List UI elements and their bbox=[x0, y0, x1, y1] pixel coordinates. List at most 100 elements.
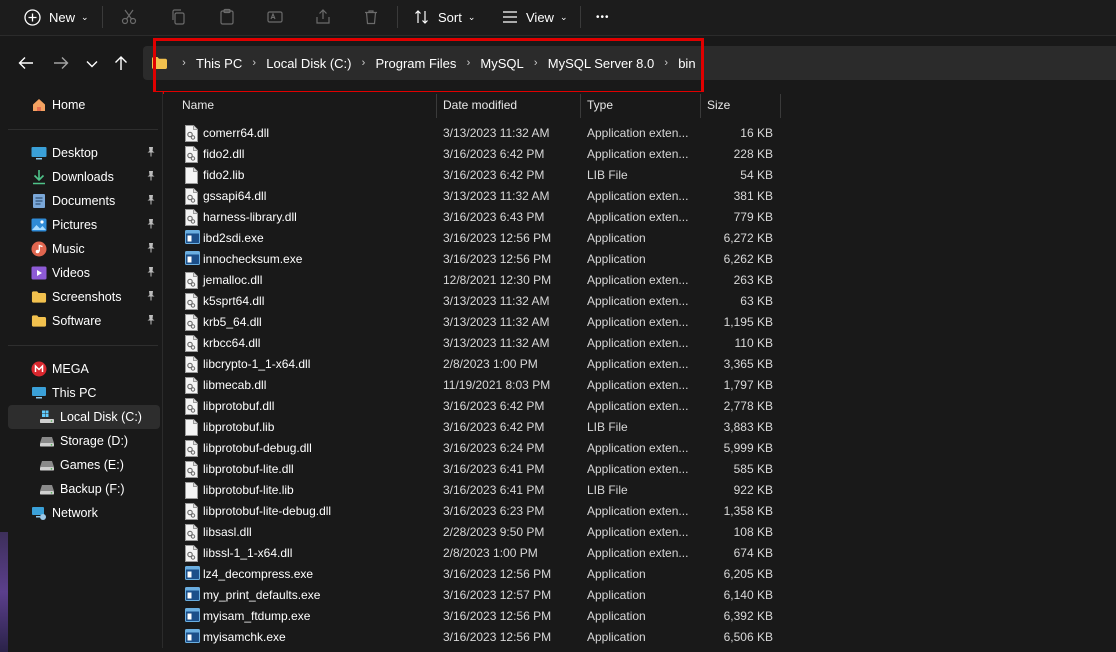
paste-button[interactable] bbox=[218, 0, 236, 34]
up-button[interactable] bbox=[110, 53, 132, 75]
pin-icon[interactable] bbox=[146, 242, 156, 256]
sidebar-item-this-pc[interactable]: This PC bbox=[8, 381, 160, 405]
chevron-right-icon[interactable]: › bbox=[458, 57, 478, 69]
file-row[interactable]: jemalloc.dll 12/8/2021 12:30 PM Applicatio… bbox=[182, 270, 782, 291]
file-row[interactable]: krb5_64.dll 3/13/2023 11:32 AM Application… bbox=[182, 312, 782, 333]
breadcrumb-mysql-server[interactable]: MySQL Server 8.0 bbox=[546, 56, 656, 71]
file-row[interactable]: libcrypto-1_1-x64.dll 2/8/2023 1:00 PM App… bbox=[182, 354, 782, 375]
chevron-right-icon[interactable]: › bbox=[244, 57, 264, 69]
file-row[interactable]: myisam_ftdump.exe 3/16/2023 12:56 PM Appli… bbox=[182, 606, 782, 627]
sidebar-item-music[interactable]: Music bbox=[8, 237, 160, 261]
pin-icon[interactable] bbox=[146, 266, 156, 280]
file-type: Application exten... bbox=[587, 189, 689, 203]
file-size: 381 KB bbox=[733, 189, 773, 203]
column-divider[interactable] bbox=[580, 94, 581, 118]
file-date: 3/16/2023 12:57 PM bbox=[443, 588, 552, 602]
file-row[interactable]: harness-library.dll 3/16/2023 6:43 PM Appl… bbox=[182, 207, 782, 228]
sidebar-item-drive[interactable]: Backup (F:) bbox=[8, 477, 160, 501]
pin-icon[interactable] bbox=[146, 146, 156, 160]
documents-icon bbox=[31, 193, 47, 209]
file-row[interactable]: gssapi64.dll 3/13/2023 11:32 AM Applicatio… bbox=[182, 186, 782, 207]
file-row[interactable]: libprotobuf-lite.lib 3/16/2023 6:41 PM LIB… bbox=[182, 480, 782, 501]
file-list: Name Date modified Type Size comerr64.dl… bbox=[164, 92, 1116, 648]
column-divider[interactable] bbox=[780, 94, 781, 118]
chevron-right-icon[interactable]: › bbox=[353, 57, 373, 69]
sidebar-item-downloads[interactable]: Downloads bbox=[8, 165, 160, 189]
forward-button[interactable] bbox=[50, 53, 72, 75]
file-row[interactable]: ibd2sdi.exe 3/16/2023 12:56 PM Application… bbox=[182, 228, 782, 249]
rename-button[interactable] bbox=[266, 0, 284, 34]
file-date: 3/16/2023 12:56 PM bbox=[443, 567, 552, 581]
chevron-right-icon[interactable]: › bbox=[526, 57, 546, 69]
pin-icon[interactable] bbox=[146, 290, 156, 304]
file-row[interactable]: libssl-1_1-x64.dll 2/8/2023 1:00 PM Applic… bbox=[182, 543, 782, 564]
column-header-type[interactable]: Type bbox=[587, 92, 613, 118]
share-button[interactable] bbox=[314, 0, 332, 34]
folder-icon bbox=[31, 313, 47, 329]
cut-button[interactable] bbox=[120, 0, 138, 34]
sort-button[interactable]: Sort ⌄ bbox=[414, 0, 475, 34]
pin-icon[interactable] bbox=[146, 170, 156, 184]
sidebar-item-documents[interactable]: Documents bbox=[8, 189, 160, 213]
column-divider[interactable] bbox=[700, 94, 701, 118]
sidebar-item-drive[interactable]: Storage (D:) bbox=[8, 429, 160, 453]
back-button[interactable] bbox=[15, 53, 37, 75]
navigation-pane: Home Desktop Downloads Documents Pictures Mu… bbox=[0, 92, 163, 652]
file-row[interactable]: libprotobuf-lite.dll 3/16/2023 6:41 PM App… bbox=[182, 459, 782, 480]
copy-button[interactable] bbox=[170, 0, 188, 34]
breadcrumb-this-pc[interactable]: This PC bbox=[194, 56, 244, 71]
windows-drive-icon bbox=[39, 409, 55, 425]
chevron-right-icon[interactable]: › bbox=[656, 57, 676, 69]
address-bar[interactable]: › This PC › Local Disk (C:) › Program Fi… bbox=[143, 46, 1116, 80]
file-row[interactable]: krbcc64.dll 3/13/2023 11:32 AM Application… bbox=[182, 333, 782, 354]
sidebar-item-drive[interactable]: Games (E:) bbox=[8, 453, 160, 477]
pin-icon[interactable] bbox=[146, 194, 156, 208]
file-row[interactable]: libsasl.dll 2/28/2023 9:50 PM Application … bbox=[182, 522, 782, 543]
chevron-right-icon[interactable]: › bbox=[174, 57, 194, 69]
file-date: 3/16/2023 6:41 PM bbox=[443, 483, 545, 497]
sidebar-item-network[interactable]: Network bbox=[8, 501, 160, 525]
sort-button-label: Sort bbox=[438, 9, 462, 25]
column-header-name[interactable]: Name bbox=[182, 92, 214, 118]
pin-icon[interactable] bbox=[146, 314, 156, 328]
sidebar-item-pictures[interactable]: Pictures bbox=[8, 213, 160, 237]
file-row[interactable]: fido2.lib 3/16/2023 6:42 PM LIB File 54 KB bbox=[182, 165, 782, 186]
view-button[interactable]: View ⌄ bbox=[502, 0, 568, 34]
file-row[interactable]: fido2.dll 3/16/2023 6:42 PM Application ex… bbox=[182, 144, 782, 165]
recent-locations-button[interactable] bbox=[81, 53, 103, 75]
column-divider[interactable] bbox=[436, 94, 437, 118]
pin-icon[interactable] bbox=[146, 218, 156, 232]
file-row[interactable]: libprotobuf-lite-debug.dll 3/16/2023 6:23… bbox=[182, 501, 782, 522]
new-button[interactable]: New ⌄ bbox=[24, 0, 89, 34]
sidebar-item-software[interactable]: Software bbox=[8, 309, 160, 333]
file-row[interactable]: k5sprt64.dll 3/13/2023 11:32 AM Applicatio… bbox=[182, 291, 782, 312]
file-row[interactable]: libmecab.dll 11/19/2021 8:03 PM Applicatio… bbox=[182, 375, 782, 396]
file-size: 1,358 KB bbox=[723, 504, 773, 518]
sidebar-item-desktop[interactable]: Desktop bbox=[8, 141, 160, 165]
file-row[interactable]: my_print_defaults.exe 3/16/2023 12:57 PM A… bbox=[182, 585, 782, 606]
breadcrumb-local-disk[interactable]: Local Disk (C:) bbox=[264, 56, 353, 71]
breadcrumb-bin[interactable]: bin bbox=[676, 56, 697, 71]
sidebar-item-videos[interactable]: Videos bbox=[8, 261, 160, 285]
delete-button[interactable] bbox=[362, 0, 380, 34]
file-row[interactable]: lz4_decompress.exe 3/16/2023 12:56 PM Appl… bbox=[182, 564, 782, 585]
sidebar-item-screenshots[interactable]: Screenshots bbox=[8, 285, 160, 309]
breadcrumb-program-files[interactable]: Program Files bbox=[373, 56, 458, 71]
file-row[interactable]: libprotobuf.dll 3/16/2023 6:42 PM Applicat… bbox=[182, 396, 782, 417]
file-row[interactable]: libprotobuf.lib 3/16/2023 6:42 PM LIB File… bbox=[182, 417, 782, 438]
column-header-date[interactable]: Date modified bbox=[443, 92, 517, 118]
file-row[interactable]: comerr64.dll 3/13/2023 11:32 AM Applicatio… bbox=[182, 123, 782, 144]
view-button-label: View bbox=[526, 9, 554, 25]
file-row[interactable]: innochecksum.exe 3/16/2023 12:56 PM Applic… bbox=[182, 249, 782, 270]
more-options-button[interactable]: ••• bbox=[596, 0, 610, 34]
file-type: Application bbox=[587, 231, 646, 245]
breadcrumb-mysql[interactable]: MySQL bbox=[478, 56, 525, 71]
sidebar-item-mega[interactable]: MEGA bbox=[8, 357, 160, 381]
file-size: 54 KB bbox=[740, 168, 773, 182]
column-header-size[interactable]: Size bbox=[707, 92, 730, 118]
sidebar-item-home[interactable]: Home bbox=[8, 93, 160, 117]
file-row[interactable]: myisamchk.exe 3/16/2023 12:56 PM Applicati… bbox=[182, 627, 782, 648]
file-row[interactable]: libprotobuf-debug.dll 3/16/2023 6:24 PM Ap… bbox=[182, 438, 782, 459]
dll-file-icon bbox=[185, 293, 199, 310]
sidebar-item-drive[interactable]: Local Disk (C:) bbox=[8, 405, 160, 429]
